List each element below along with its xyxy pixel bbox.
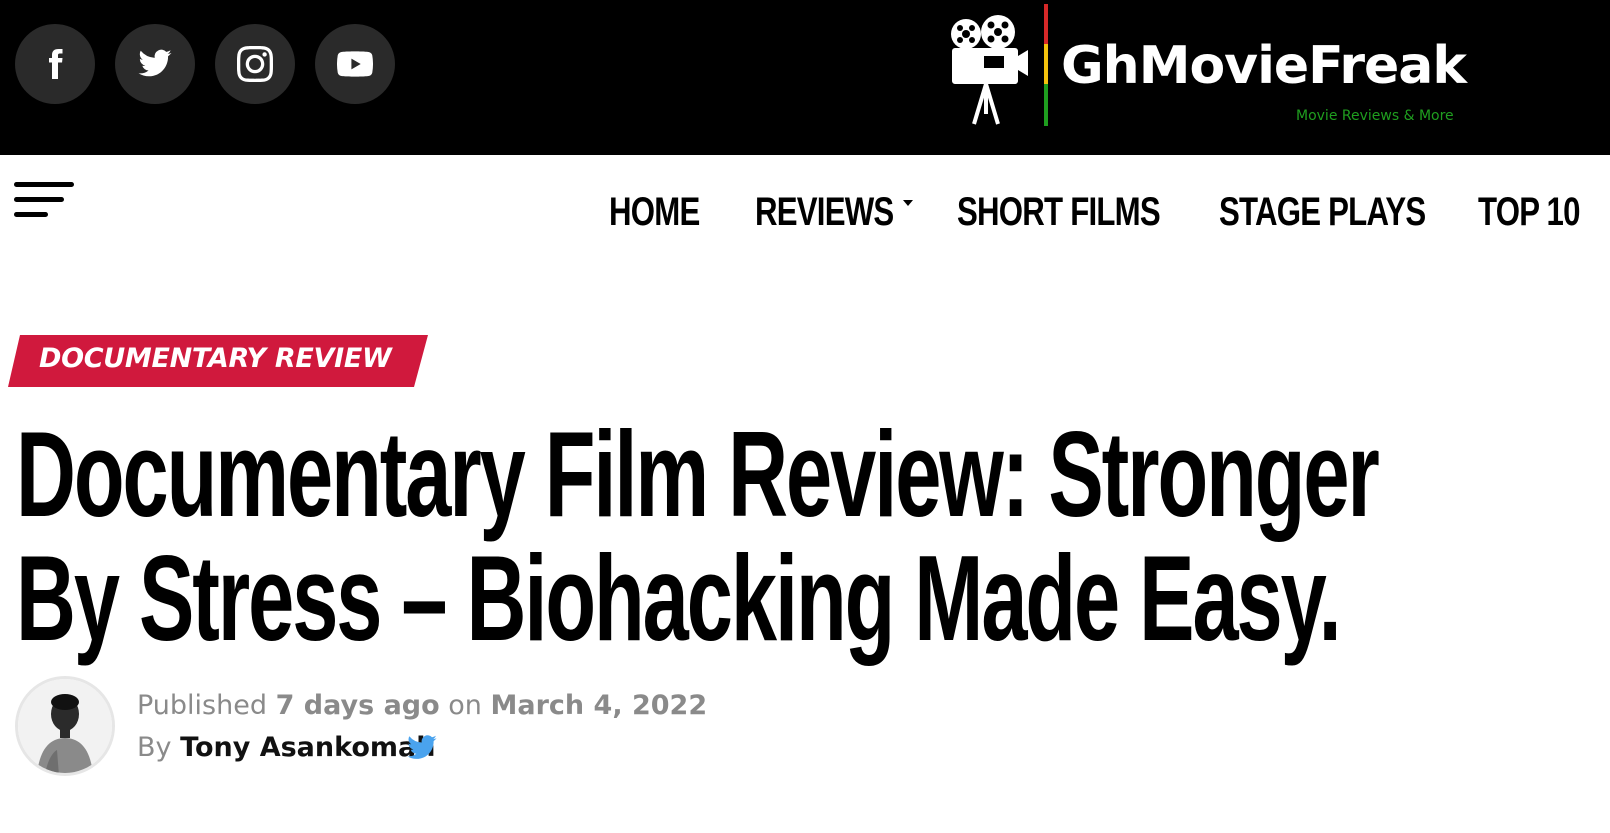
nav-item-top-10[interactable]: TOP 10 <box>1478 184 1580 240</box>
byline: By Tony Asankomah <box>137 730 435 766</box>
nav-item-short-films[interactable]: SHORT FILMS <box>957 184 1161 240</box>
article-title: Documentary Film Review: Stronger By Str… <box>16 412 1591 660</box>
hamburger-menu-icon[interactable] <box>14 182 76 222</box>
category-text: DOCUMENTARY REVIEW <box>39 343 392 374</box>
nav-item-reviews[interactable]: REVIEWS <box>755 184 894 240</box>
film-camera-icon <box>951 15 1028 125</box>
logo-stripe-yellow <box>1044 44 1048 84</box>
site-logo[interactable]: GhMovieFreak Movie Reviews & More <box>948 4 1488 132</box>
article-title-line-1: Documentary Film Review: Stronger <box>16 406 1380 542</box>
publish-info: Published 7 days ago on March 4, 2022 <box>137 688 707 724</box>
facebook-icon[interactable] <box>15 24 95 104</box>
published-relative: 7 days ago <box>275 690 440 721</box>
logo-stripe-red <box>1044 4 1048 44</box>
logo-tagline: Movie Reviews & More <box>1296 108 1454 124</box>
reviews-dropdown-caret-icon[interactable] <box>903 200 913 206</box>
published-prefix: Published <box>137 690 267 721</box>
twitter-icon[interactable] <box>406 734 438 762</box>
author-avatar[interactable] <box>15 676 115 776</box>
author-name[interactable]: Tony Asankomah <box>180 732 435 763</box>
youtube-icon[interactable] <box>315 24 395 104</box>
article-title-line-2: By Stress – Biohacking Made Easy. <box>16 530 1342 666</box>
category-label[interactable]: DOCUMENTARY REVIEW <box>8 335 428 387</box>
nav-item-stage-plays[interactable]: STAGE PLAYS <box>1219 184 1426 240</box>
nav-item-home[interactable]: HOME <box>609 184 700 240</box>
published-date: March 4, 2022 <box>490 690 708 721</box>
top-bar: GhMovieFreak Movie Reviews & More <box>0 0 1610 155</box>
published-on: on <box>448 690 482 721</box>
byline-prefix: By <box>137 732 172 763</box>
instagram-icon[interactable] <box>215 24 295 104</box>
logo-wordmark: GhMovieFreak <box>1061 36 1467 96</box>
twitter-icon[interactable] <box>115 24 195 104</box>
logo-stripe-green <box>1044 84 1048 126</box>
